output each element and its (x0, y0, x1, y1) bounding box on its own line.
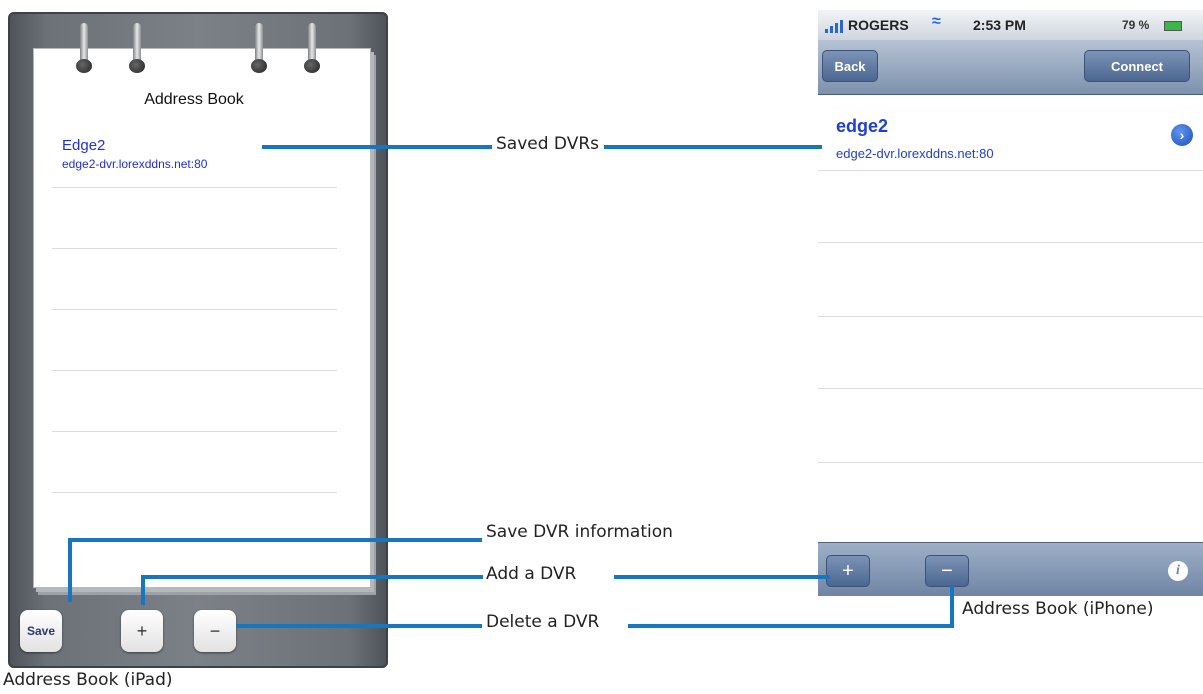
callout-line (628, 624, 954, 628)
binder-ring-hole (76, 59, 92, 73)
connect-button[interactable]: Connect (1084, 50, 1190, 82)
callout-line (141, 575, 483, 579)
signal-bars-icon (825, 20, 843, 33)
callout-saved-dvrs: Saved DVRs (496, 134, 600, 154)
ipad-dvr-host[interactable]: edge2-dvr.lorexddns.net:80 (62, 157, 207, 171)
navigation-bar: Back Connect (818, 40, 1203, 95)
iphone-dvr-name[interactable]: edge2 (836, 116, 888, 137)
callout-line (262, 145, 492, 149)
delete-dvr-button[interactable]: − (194, 610, 236, 652)
binder-ring-hole (251, 59, 267, 73)
callout-line (236, 624, 482, 628)
status-bar: ROGERS ≈ 2:53 PM 79 % (818, 10, 1203, 40)
iphone-address-book: ROGERS ≈ 2:53 PM 79 % Back Connect edge2… (818, 10, 1203, 596)
divider (818, 388, 1203, 389)
info-icon[interactable]: i (1168, 561, 1188, 581)
divider (52, 248, 337, 249)
back-button[interactable]: Back (822, 50, 878, 82)
ipad-address-book: Address Book Edge2 edge2-dvr.lorexddns.n… (8, 12, 388, 668)
divider (52, 309, 337, 310)
add-dvr-button[interactable]: + (826, 555, 870, 587)
ipad-title: Address Book (144, 91, 244, 108)
callout-line (68, 538, 482, 542)
bottom-toolbar: + − i (818, 542, 1203, 596)
divider (818, 316, 1203, 317)
ipad-dvr-name[interactable]: Edge2 (62, 137, 105, 154)
detail-disclosure-icon[interactable]: › (1171, 124, 1193, 146)
add-dvr-button[interactable]: + (121, 610, 163, 652)
iphone-dvr-host[interactable]: edge2-dvr.lorexddns.net:80 (836, 146, 994, 161)
callout-save-info: Save DVR information (486, 522, 673, 542)
divider (818, 462, 1203, 463)
delete-dvr-button[interactable]: − (925, 555, 969, 587)
callout-line (68, 538, 72, 602)
iphone-caption: Address Book (iPhone) (962, 599, 1154, 619)
divider (52, 187, 337, 188)
callout-line (604, 145, 822, 149)
carrier-name: ROGERS (848, 17, 909, 33)
divider (52, 492, 337, 493)
save-button[interactable]: Save (20, 610, 62, 652)
divider (818, 170, 1203, 171)
clock: 2:53 PM (973, 17, 1026, 33)
callout-line (614, 575, 830, 579)
callout-line (141, 575, 145, 605)
battery-icon (1164, 21, 1182, 31)
ipad-caption: Address Book (iPad) (3, 670, 173, 690)
divider (818, 242, 1203, 243)
binder-ring-hole (129, 59, 145, 73)
wifi-icon: ≈ (932, 13, 941, 30)
binder-ring-hole (304, 59, 320, 73)
callout-line (950, 585, 954, 628)
divider (52, 370, 337, 371)
divider (52, 431, 337, 432)
callout-delete-dvr: Delete a DVR (486, 612, 600, 632)
notepad: Address Book Edge2 edge2-dvr.lorexddns.n… (33, 23, 371, 588)
callout-add-dvr: Add a DVR (486, 564, 577, 584)
battery-percent: 79 % (1122, 18, 1150, 32)
